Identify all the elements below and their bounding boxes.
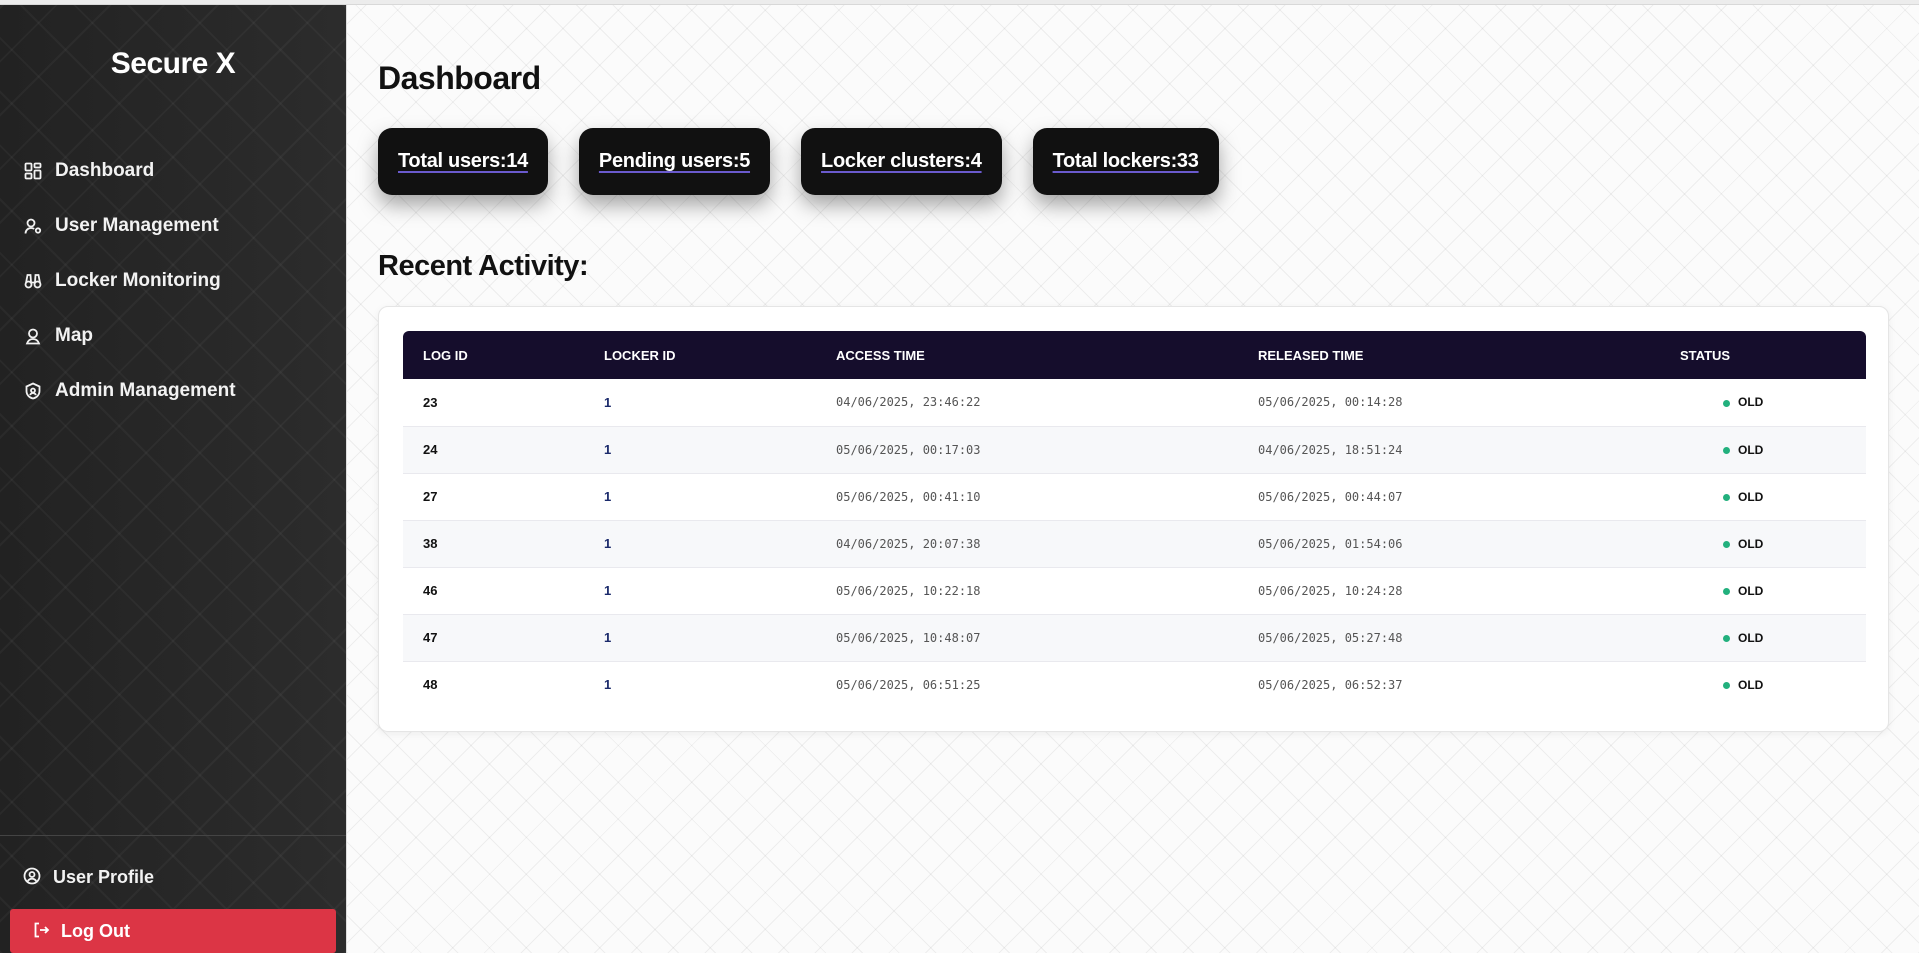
column-header-locker-id: LOCKER ID bbox=[604, 347, 676, 363]
status-dot-icon bbox=[1723, 493, 1730, 501]
locker-id-cell: 1 bbox=[604, 489, 612, 504]
status-cell: OLD bbox=[1660, 473, 1866, 520]
status-dot-icon bbox=[1723, 446, 1730, 454]
column-header-log-id: LOG ID bbox=[423, 347, 468, 363]
activity-table: LOG ID LOCKER ID ACCESS TIME RELEASED TI… bbox=[403, 331, 1866, 708]
sidebar-item-label: Admin Management bbox=[55, 379, 236, 401]
stat-total-lockers[interactable]: Total lockers:33 bbox=[1032, 128, 1219, 195]
released-time-cell: 05/06/2025, 00:14:28 bbox=[1258, 395, 1403, 410]
sidebar-item-user-management[interactable]: User Management bbox=[0, 198, 346, 253]
status-dot-icon bbox=[1723, 540, 1730, 548]
table-row[interactable]: 24 1 05/06/2025, 00:17:03 04/06/2025, 18:51… bbox=[403, 426, 1866, 473]
user-profile-link[interactable]: User Profile bbox=[0, 856, 346, 898]
sidebar-item-label: Map bbox=[55, 324, 93, 346]
stat-pending-users[interactable]: Pending users:5 bbox=[578, 128, 771, 195]
access-time-cell: 05/06/2025, 00:17:03 bbox=[836, 442, 981, 457]
status-cell: OLD bbox=[1660, 567, 1866, 614]
sidebar-item-map[interactable]: Map bbox=[0, 308, 346, 363]
sidebar-item-dashboard[interactable]: Dashboard bbox=[0, 143, 346, 198]
sidebar-item-admin-management[interactable]: Admin Management bbox=[0, 363, 346, 418]
access-time-cell: 05/06/2025, 10:22:18 bbox=[836, 583, 981, 598]
locker-id-cell: 1 bbox=[604, 583, 612, 598]
table-row[interactable]: 46 1 05/06/2025, 10:22:18 05/06/2025, 10:24… bbox=[403, 567, 1866, 614]
status-badge: OLD bbox=[1738, 536, 1764, 551]
status-badge: OLD bbox=[1738, 630, 1764, 645]
locker-id-cell: 1 bbox=[604, 536, 612, 551]
sidebar: Secure X Dashboard User Management Locke… bbox=[0, 5, 346, 953]
table-row[interactable]: 48 1 05/06/2025, 06:51:25 05/06/2025, 06:52… bbox=[403, 661, 1866, 708]
stat-total-users[interactable]: Total users:14 bbox=[378, 128, 548, 195]
logout-label: Log Out bbox=[61, 920, 130, 941]
access-time-cell: 04/06/2025, 23:46:22 bbox=[836, 395, 981, 410]
recent-activity-card: LOG ID LOCKER ID ACCESS TIME RELEASED TI… bbox=[378, 306, 1889, 732]
log-id-cell: 46 bbox=[423, 583, 438, 598]
status-dot-icon bbox=[1723, 682, 1730, 690]
access-time-cell: 04/06/2025, 20:07:38 bbox=[836, 536, 981, 551]
binoculars-icon bbox=[23, 271, 43, 291]
column-header-released-time: RELEASED TIME bbox=[1258, 347, 1364, 363]
sidebar-item-label: Dashboard bbox=[55, 159, 155, 181]
map-user-icon bbox=[23, 326, 43, 346]
brand-logo: Secure X bbox=[110, 47, 236, 80]
sidebar-footer: User Profile Log Out bbox=[0, 835, 346, 953]
released-time-cell: 04/06/2025, 18:51:24 bbox=[1258, 442, 1403, 457]
status-badge: OLD bbox=[1738, 489, 1764, 504]
log-id-cell: 23 bbox=[423, 394, 438, 410]
main-content: Dashboard Total users:14 Pending users:5… bbox=[346, 5, 1919, 953]
logout-button[interactable]: Log Out bbox=[10, 909, 336, 953]
user-circle-icon bbox=[23, 867, 43, 887]
stat-locker-clusters[interactable]: Locker clusters:4 bbox=[801, 128, 1002, 195]
released-time-cell: 05/06/2025, 00:44:07 bbox=[1258, 489, 1403, 504]
stats-row: Total users:14 Pending users:5 Locker cl… bbox=[378, 128, 1219, 195]
access-time-cell: 05/06/2025, 00:41:10 bbox=[836, 489, 981, 504]
status-dot-icon bbox=[1723, 587, 1730, 595]
locker-id-cell: 1 bbox=[604, 630, 612, 645]
status-cell: OLD bbox=[1660, 520, 1866, 567]
access-time-cell: 05/06/2025, 06:51:25 bbox=[836, 677, 981, 692]
logout-icon bbox=[32, 921, 52, 941]
released-time-cell: 05/06/2025, 10:24:28 bbox=[1258, 583, 1403, 598]
locker-id-cell: 1 bbox=[604, 442, 612, 457]
status-dot-icon bbox=[1723, 399, 1730, 407]
released-time-cell: 05/06/2025, 06:52:37 bbox=[1258, 677, 1403, 692]
log-id-cell: 38 bbox=[423, 536, 438, 551]
status-cell: OLD bbox=[1660, 614, 1866, 661]
table-header-row: LOG ID LOCKER ID ACCESS TIME RELEASED TI… bbox=[403, 331, 1866, 379]
status-badge: OLD bbox=[1738, 583, 1764, 598]
log-id-cell: 27 bbox=[423, 489, 438, 504]
log-id-cell: 48 bbox=[423, 677, 438, 693]
sidebar-item-locker-monitoring[interactable]: Locker Monitoring bbox=[0, 253, 346, 308]
table-row[interactable]: 38 1 04/06/2025, 20:07:38 05/06/2025, 01:54… bbox=[403, 520, 1866, 567]
table-row[interactable]: 23 1 04/06/2025, 23:46:22 05/06/2025, 00:14… bbox=[403, 379, 1866, 426]
column-header-status: STATUS bbox=[1680, 347, 1731, 363]
log-id-cell: 47 bbox=[423, 630, 438, 645]
page-title: Dashboard bbox=[378, 60, 541, 96]
shield-icon bbox=[23, 381, 43, 401]
table-row[interactable]: 27 1 05/06/2025, 00:41:10 05/06/2025, 00:44… bbox=[403, 473, 1866, 520]
status-cell: OLD bbox=[1660, 426, 1866, 473]
table-row[interactable]: 47 1 05/06/2025, 10:48:07 05/06/2025, 05:27… bbox=[403, 614, 1866, 661]
sidebar-item-label: Locker Monitoring bbox=[55, 269, 221, 291]
column-header-access-time: ACCESS TIME bbox=[836, 347, 925, 363]
table-body: 23 1 04/06/2025, 23:46:22 05/06/2025, 00:14… bbox=[403, 379, 1866, 708]
dashboard-grid-icon bbox=[23, 161, 43, 181]
locker-id-cell: 1 bbox=[604, 394, 612, 410]
log-id-cell: 24 bbox=[423, 442, 438, 457]
user-profile-label: User Profile bbox=[53, 866, 155, 887]
status-badge: OLD bbox=[1738, 395, 1764, 410]
status-cell: OLD bbox=[1660, 379, 1866, 426]
status-badge: OLD bbox=[1738, 442, 1764, 457]
sidebar-item-label: User Management bbox=[55, 214, 219, 236]
user-gear-icon bbox=[23, 216, 43, 236]
recent-activity-title: Recent Activity: bbox=[378, 250, 589, 282]
status-dot-icon bbox=[1723, 634, 1730, 642]
locker-id-cell: 1 bbox=[604, 677, 612, 693]
sidebar-nav: Dashboard User Management Locker Monitor… bbox=[0, 143, 346, 418]
status-cell: OLD bbox=[1660, 661, 1866, 708]
status-badge: OLD bbox=[1738, 677, 1764, 692]
access-time-cell: 05/06/2025, 10:48:07 bbox=[836, 630, 981, 645]
released-time-cell: 05/06/2025, 01:54:06 bbox=[1258, 536, 1403, 551]
released-time-cell: 05/06/2025, 05:27:48 bbox=[1258, 630, 1403, 645]
